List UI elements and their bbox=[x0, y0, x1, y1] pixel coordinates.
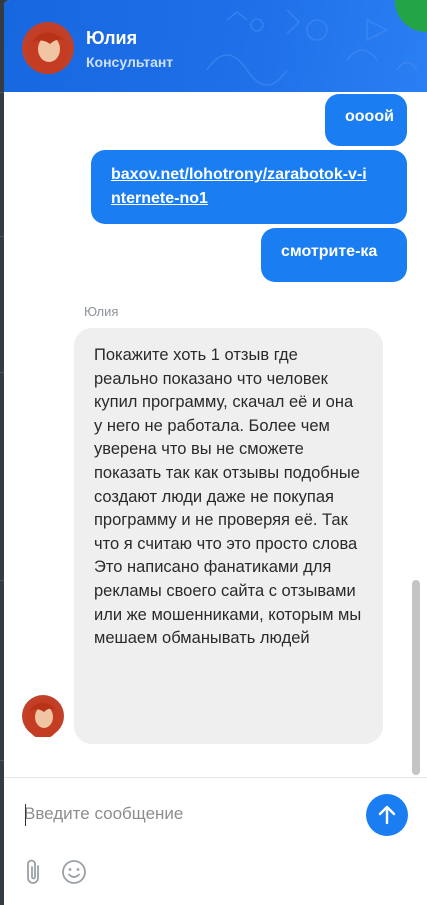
link-line-1: baxov.net/lohotrony/zarabotok-v-i bbox=[111, 166, 367, 183]
text-caret bbox=[25, 804, 26, 826]
paperclip-icon[interactable] bbox=[22, 858, 46, 886]
outgoing-message: смотрите-ка bbox=[261, 228, 407, 282]
outgoing-message: оооой bbox=[325, 94, 407, 146]
chat-widget: Юлия Консультант оооой baxov.net/lohotro… bbox=[4, 0, 427, 905]
avatar-portrait-icon bbox=[26, 699, 60, 739]
message-link[interactable]: baxov.net/lohotrony/zarabotok-v-i nterne… bbox=[111, 166, 367, 207]
chat-header: Юлия Консультант bbox=[4, 0, 427, 92]
scrollbar-thumb[interactable] bbox=[412, 580, 420, 775]
smiley-icon[interactable] bbox=[60, 858, 88, 886]
send-button[interactable] bbox=[366, 794, 408, 836]
link-line-2: nternete-no1 bbox=[111, 190, 208, 207]
sender-avatar bbox=[22, 695, 64, 739]
header-decoration bbox=[206, 9, 418, 86]
message-text: оооой bbox=[345, 108, 394, 125]
message-text: Покажите хоть 1 отзыв где реально показа… bbox=[94, 346, 362, 648]
incoming-sender-name: Юлия bbox=[84, 304, 119, 319]
arrow-up-icon bbox=[378, 805, 396, 825]
outgoing-message: baxov.net/lohotrony/zarabotok-v-i nterne… bbox=[91, 150, 407, 224]
incoming-message: Покажите хоть 1 отзыв где реально показа… bbox=[74, 328, 383, 744]
consultant-avatar bbox=[22, 22, 74, 74]
consultant-name: Юлия bbox=[86, 28, 138, 48]
message-input[interactable] bbox=[24, 798, 344, 830]
message-list[interactable]: оооой baxov.net/lohotrony/zarabotok-v-i … bbox=[4, 92, 427, 777]
composer bbox=[4, 778, 427, 905]
message-text: смотрите-ка bbox=[281, 243, 378, 260]
avatar-portrait-icon bbox=[28, 28, 68, 74]
consultant-role: Консультант bbox=[86, 54, 174, 70]
